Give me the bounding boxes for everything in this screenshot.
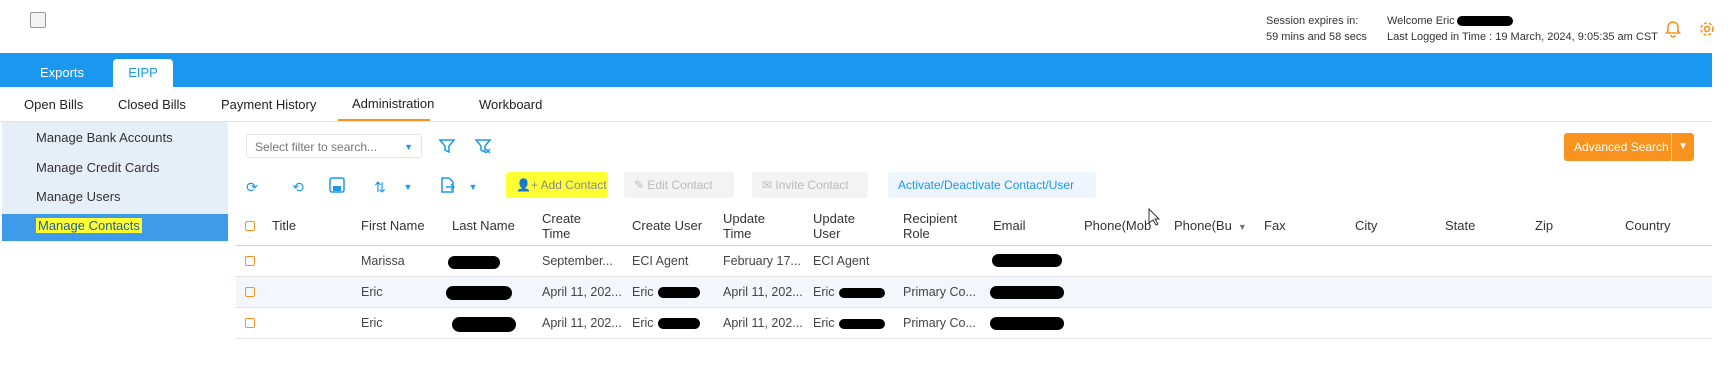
filter-select[interactable]: Select filter to search... ▼ xyxy=(246,134,422,158)
col-header-phone-business[interactable]: Phone(Bu ▼ xyxy=(1174,218,1247,235)
filter-clear-icon[interactable] xyxy=(474,137,492,155)
chevron-down-icon[interactable]: ▼ xyxy=(1671,133,1688,161)
nav-workboard[interactable]: Workboard xyxy=(479,97,542,112)
gear-icon[interactable] xyxy=(1698,20,1716,38)
mouse-cursor-icon xyxy=(1148,207,1161,226)
session-expires-label: Session expires in: xyxy=(1266,15,1359,27)
cell-create-time: September... xyxy=(542,254,613,268)
nav-administration[interactable]: Administration xyxy=(352,96,434,111)
col-header-last-name[interactable]: Last Name xyxy=(452,218,515,233)
export-icon[interactable] xyxy=(438,176,456,194)
cell-first-name: Marissa xyxy=(361,254,405,268)
activate-deactivate-button[interactable]: Activate/Deactivate Contact/User xyxy=(888,172,1096,198)
save-icon[interactable] xyxy=(328,176,346,194)
session-expires-value: 59 mins and 58 secs xyxy=(1266,31,1367,43)
col-header-update-time[interactable]: Update Time xyxy=(723,211,773,241)
tab-eipp[interactable]: EIPP xyxy=(113,59,173,87)
redacted-email xyxy=(992,254,1062,267)
col-header-phone-mobile[interactable]: Phone(Mob xyxy=(1084,218,1151,233)
table-row[interactable]: Marissa September... ECI Agent February … xyxy=(236,246,1712,276)
cell-first-name: Eric xyxy=(361,285,383,299)
broken-logo-image xyxy=(30,12,46,28)
edit-user-icon: ✎ xyxy=(634,178,648,192)
cell-update-time: April 11, 202... xyxy=(723,285,803,299)
nav-divider xyxy=(0,121,1712,122)
bell-icon[interactable] xyxy=(1664,20,1682,38)
redacted-email xyxy=(990,286,1064,299)
nav-open-bills[interactable]: Open Bills xyxy=(24,97,83,112)
cell-recipient-role: Primary Co... xyxy=(903,285,976,299)
col-header-first-name[interactable]: First Name xyxy=(361,218,425,233)
col-header-country[interactable]: Country xyxy=(1625,218,1671,233)
col-header-state[interactable]: State xyxy=(1445,218,1475,233)
col-header-update-user[interactable]: Update User xyxy=(813,211,863,241)
select-all-checkbox[interactable] xyxy=(245,221,255,231)
refresh-icon[interactable]: ⟳ xyxy=(241,176,263,198)
cell-recipient-role: Primary Co... xyxy=(903,316,976,330)
welcome-text: Welcome Eric xyxy=(1387,13,1513,29)
col-header-email[interactable]: Email xyxy=(993,218,1026,233)
cell-update-user: ECI Agent xyxy=(813,254,870,268)
sidebar-item-users[interactable]: Manage Users xyxy=(36,189,121,204)
col-header-create-time[interactable]: Create Time xyxy=(542,211,592,241)
sort-dropdown-icon[interactable]: ▼ xyxy=(397,176,419,198)
advanced-search-button[interactable]: Advanced Search ▼ xyxy=(1564,133,1694,161)
add-user-icon: 👤+ xyxy=(516,178,541,192)
redacted-last-name xyxy=(446,286,512,300)
row-divider xyxy=(236,338,1712,339)
cell-create-user: Eric xyxy=(632,316,700,330)
row-checkbox[interactable] xyxy=(245,287,255,297)
sort-icon[interactable]: ⇅ xyxy=(369,176,391,198)
cell-create-user: ECI Agent xyxy=(632,254,689,268)
filter-add-icon[interactable] xyxy=(438,137,456,155)
tab-exports[interactable]: Exports xyxy=(20,59,104,87)
table-row[interactable]: Eric April 11, 202... Eric April 11, 202… xyxy=(236,308,1712,338)
redacted-last-name xyxy=(452,317,516,332)
chevron-down-icon[interactable]: ▼ xyxy=(1238,222,1247,232)
envelope-icon: ✉ xyxy=(762,178,776,192)
redacted-last-name xyxy=(448,256,500,269)
sidebar-item-bank-accounts[interactable]: Manage Bank Accounts xyxy=(36,130,173,145)
cell-create-time: April 11, 202... xyxy=(542,316,622,330)
add-contact-button[interactable]: 👤+ Add Contact xyxy=(506,172,608,198)
nav-payment-history[interactable]: Payment History xyxy=(221,97,316,112)
chevron-down-icon: ▼ xyxy=(404,142,413,152)
nav-closed-bills[interactable]: Closed Bills xyxy=(118,97,186,112)
history-icon[interactable]: ⟲ xyxy=(287,176,309,198)
row-checkbox[interactable] xyxy=(245,256,255,266)
cell-create-user: Eric xyxy=(632,285,700,299)
col-header-zip[interactable]: Zip xyxy=(1535,218,1553,233)
cell-update-time: April 11, 202... xyxy=(723,316,803,330)
cell-update-time: February 17... xyxy=(723,254,801,268)
redacted-email xyxy=(990,317,1064,330)
cell-first-name: Eric xyxy=(361,316,383,330)
col-header-create-user[interactable]: Create User xyxy=(632,218,702,233)
invite-contact-button[interactable]: ✉ Invite Contact xyxy=(752,172,868,198)
cell-update-user: Eric xyxy=(813,285,885,299)
export-dropdown-icon[interactable]: ▼ xyxy=(462,176,484,198)
col-header-city[interactable]: City xyxy=(1355,218,1377,233)
table-row[interactable]: Eric April 11, 202... Eric April 11, 202… xyxy=(236,277,1712,307)
cell-create-time: April 11, 202... xyxy=(542,285,622,299)
col-header-fax[interactable]: Fax xyxy=(1264,218,1286,233)
cell-update-user: Eric xyxy=(813,316,885,330)
col-header-title[interactable]: Title xyxy=(272,218,296,233)
edit-contact-button[interactable]: ✎ Edit Contact xyxy=(624,172,734,198)
sidebar-item-credit-cards[interactable]: Manage Credit Cards xyxy=(36,160,160,175)
last-logged-in-text: Last Logged in Time : 19 March, 2024, 9:… xyxy=(1387,31,1658,43)
sidebar-item-contacts-label: Manage Contacts xyxy=(36,218,142,233)
module-tab-bar: Exports EIPP xyxy=(0,53,1712,87)
row-checkbox[interactable] xyxy=(245,318,255,328)
col-header-recipient-role[interactable]: Recipient Role xyxy=(903,211,973,241)
